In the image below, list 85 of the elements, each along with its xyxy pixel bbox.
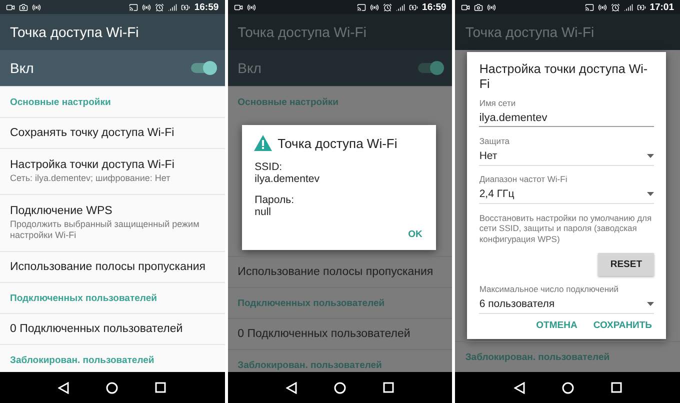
item-subtitle: Продолжить выбранный защищенный режим настройки Wi-Fi bbox=[10, 219, 200, 241]
field-label: SSID: bbox=[254, 161, 284, 173]
section-header: Подключенных пользователей bbox=[0, 282, 225, 313]
list-item[interactable]: 0 Подключенных пользователей bbox=[0, 313, 225, 344]
recents-icon[interactable] bbox=[610, 382, 622, 393]
broadcast-icon bbox=[32, 2, 41, 12]
dropdown-value: 6 пользователя bbox=[479, 298, 555, 310]
camera-icon bbox=[474, 2, 484, 12]
cast-icon bbox=[129, 2, 138, 12]
alarm-clock-icon bbox=[383, 2, 392, 12]
dropdown-caret-icon bbox=[647, 302, 654, 306]
back-icon[interactable] bbox=[286, 382, 298, 394]
section-header: Основные настройки bbox=[228, 86, 452, 117]
battery-icon bbox=[409, 2, 418, 12]
field-label: Пароль: bbox=[254, 194, 296, 206]
item-title: 0 Подключенных пользователей bbox=[10, 323, 184, 335]
list-item[interactable]: Использование полосы пропускания bbox=[0, 251, 225, 282]
clock-time: 16:59 bbox=[194, 2, 219, 12]
warning-icon bbox=[254, 135, 272, 151]
dropdown-value: Нет bbox=[479, 150, 498, 162]
broadcast-icon bbox=[142, 2, 152, 12]
help-text: Восстановить настройки по умолчанию для сети SSID, защиты и пароля (заводская конфигурация WPS) bbox=[479, 212, 653, 244]
back-icon[interactable] bbox=[58, 382, 70, 394]
battery-icon bbox=[636, 2, 646, 12]
dropdown-caret-icon bbox=[647, 192, 654, 196]
dialog-title: Точка доступа Wi-Fi bbox=[278, 136, 398, 150]
camera-icon bbox=[19, 2, 28, 12]
toggle-switch[interactable] bbox=[190, 63, 215, 73]
signal-icon bbox=[168, 2, 178, 12]
switch-label: Вкл bbox=[238, 60, 262, 76]
section-header: Основные настройки bbox=[0, 86, 225, 117]
list-item[interactable]: 0 Подключенных пользователей bbox=[228, 318, 452, 349]
alarm-clock-icon bbox=[155, 2, 164, 12]
home-icon[interactable] bbox=[106, 382, 118, 394]
broadcast-icon bbox=[487, 2, 496, 12]
field-value: ilya.dementev bbox=[254, 173, 320, 185]
toggle-switch[interactable] bbox=[418, 63, 442, 73]
item-title: 0 Подключенных пользователей bbox=[238, 328, 412, 340]
video-camera-icon bbox=[461, 2, 470, 12]
list-item[interactable]: Настройка точки доступа Wi-Fi Сеть: ilya.dementev; шифрование: Нет bbox=[0, 148, 225, 194]
dropdown[interactable]: 2,4 ГГц bbox=[479, 185, 654, 204]
field-label: Диапазон частот Wi-Fi bbox=[479, 174, 568, 185]
back-icon[interactable] bbox=[514, 382, 525, 394]
clock-time: 16:59 bbox=[422, 2, 446, 12]
cast-icon bbox=[357, 2, 366, 12]
field-value: null bbox=[254, 206, 272, 218]
home-icon[interactable] bbox=[334, 382, 346, 394]
switch-label: Вкл bbox=[10, 60, 34, 76]
list-item[interactable]: Сохранять точку доступа Wi-Fi bbox=[0, 117, 225, 148]
home-icon[interactable] bbox=[562, 382, 574, 394]
item-title: Использование полосы пропускания bbox=[10, 261, 206, 273]
clock-time: 17:01 bbox=[650, 2, 674, 12]
signal-icon bbox=[396, 2, 406, 12]
dialog-title: Настройка точки доступа Wi-Fi bbox=[479, 62, 649, 92]
list-item[interactable]: Подключение WPS Продолжить выбранный защищенный режим настройки Wi-Fi bbox=[0, 194, 225, 251]
item-subtitle: Сеть: ilya.dementev; шифрование: Нет bbox=[10, 173, 172, 184]
alarm-clock-icon bbox=[610, 2, 620, 12]
dropdown[interactable]: Нет bbox=[479, 146, 654, 166]
recents-icon[interactable] bbox=[155, 382, 166, 393]
video-camera-icon bbox=[6, 2, 15, 12]
video-camera-icon bbox=[234, 2, 243, 12]
screen-title: Точка доступа Wi-Fi bbox=[10, 24, 139, 40]
screen-title: Точка доступа Wi-Fi bbox=[465, 24, 594, 40]
section-header: Подключенных пользователей bbox=[228, 287, 452, 318]
list-item[interactable]: Использование полосы пропускания bbox=[228, 256, 452, 287]
broadcast-icon bbox=[246, 2, 256, 12]
item-title: Настройка точки доступа Wi-Fi bbox=[10, 159, 176, 171]
item-title: Подключение WPS bbox=[10, 205, 114, 217]
item-title: Сохранять точку доступа Wi-Fi bbox=[10, 127, 176, 139]
battery-icon bbox=[181, 2, 190, 12]
field-label: Максимальное число подключений bbox=[479, 284, 620, 295]
dropdown-value: 2,4 ГГц bbox=[479, 188, 514, 200]
broadcast-icon bbox=[370, 2, 380, 12]
dropdown[interactable]: 6 пользователя bbox=[479, 295, 654, 314]
recents-icon[interactable] bbox=[382, 382, 394, 393]
field-label: Имя сети bbox=[479, 98, 517, 109]
broadcast-icon bbox=[598, 2, 607, 12]
field-label: Защита bbox=[479, 136, 510, 146]
reset-button[interactable]: RESET bbox=[598, 252, 654, 276]
cast-icon bbox=[584, 2, 594, 12]
item-title: Использование полосы пропускания bbox=[238, 266, 434, 278]
network-name-input[interactable]: ilya.dementev bbox=[479, 109, 654, 127]
screen-title: Точка доступа Wi-Fi bbox=[238, 24, 366, 40]
dropdown-caret-icon bbox=[647, 154, 654, 158]
signal-icon bbox=[624, 2, 633, 12]
